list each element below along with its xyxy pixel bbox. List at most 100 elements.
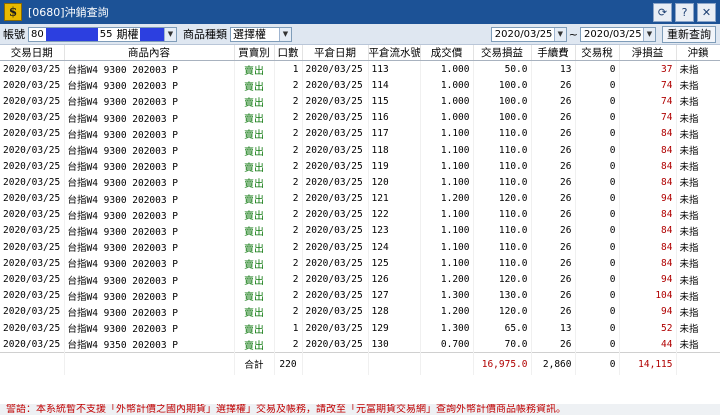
cell-side: 賣出 bbox=[234, 320, 275, 337]
cell-trade-date: 2020/03/25 bbox=[0, 255, 65, 272]
table-row[interactable]: 2020/03/25 台指W4 9300 202003 P 賣出 2 2020/03/2… bbox=[0, 287, 720, 304]
cell-close-serial: 118 bbox=[368, 141, 421, 159]
cell-price: 1.000 bbox=[420, 93, 474, 110]
cell-fee: 26 bbox=[531, 303, 576, 320]
cell-lots: 2 bbox=[274, 109, 303, 126]
chevron-down-icon[interactable]: ▼ bbox=[279, 27, 291, 41]
account-select[interactable]: 80 55 期權 ▼ bbox=[28, 26, 177, 42]
cell-offset-status: 未指 bbox=[676, 77, 720, 94]
title-bar: $ [0680]沖銷查詢 ⟳ ? ✕ bbox=[0, 0, 720, 24]
account-suffix: 55 bbox=[99, 28, 113, 40]
col-trade-pnl[interactable]: 交易損益 bbox=[473, 45, 532, 61]
cell-price: 1.000 bbox=[420, 77, 474, 94]
table-row[interactable]: 2020/03/25 台指W4 9300 202003 P 賣出 2 2020/03/2… bbox=[0, 174, 720, 191]
cell-lots: 2 bbox=[274, 271, 303, 288]
cell-fee: 26 bbox=[531, 206, 576, 223]
col-product[interactable]: 商品內容 bbox=[64, 45, 235, 61]
cell-side: 賣出 bbox=[234, 125, 275, 142]
col-side[interactable]: 買賣別 bbox=[234, 45, 275, 61]
cell-net-pnl: 84 bbox=[619, 141, 677, 159]
help-icon[interactable]: ? bbox=[675, 3, 694, 22]
table-row[interactable]: 2020/03/25 台指W4 9350 202003 P 賣出 2 2020/03/2… bbox=[0, 336, 720, 353]
table-row[interactable]: 2020/03/25 台指W4 9300 202003 P 賣出 2 2020/03/2… bbox=[0, 206, 720, 223]
table-row[interactable]: 2020/03/25 台指W4 9300 202003 P 賣出 2 2020/03/2… bbox=[0, 93, 720, 110]
col-net-pnl[interactable]: 淨損益 bbox=[619, 45, 677, 61]
cell-tax: 0 bbox=[575, 77, 620, 94]
close-icon[interactable]: ✕ bbox=[697, 3, 716, 22]
cell-product: 台指W4 9300 202003 P bbox=[64, 141, 235, 159]
cell-trade-date: 2020/03/25 bbox=[0, 287, 65, 304]
col-lots[interactable]: 口數 bbox=[274, 45, 303, 61]
cell-offset-status: 未指 bbox=[676, 303, 720, 320]
cell-close-serial: 113 bbox=[368, 60, 421, 78]
cell-side: 賣出 bbox=[234, 303, 275, 320]
table-row[interactable]: 2020/03/25 台指W4 9300 202003 P 賣出 1 2020/03/2… bbox=[0, 320, 720, 337]
cell-close-serial: 119 bbox=[368, 158, 421, 175]
col-price[interactable]: 成交價 bbox=[420, 45, 474, 61]
cell-trade-date: 2020/03/25 bbox=[0, 125, 65, 142]
chevron-down-icon[interactable]: ▼ bbox=[553, 27, 566, 41]
cell-net-pnl: 74 bbox=[619, 77, 677, 94]
cell-side: 賣出 bbox=[234, 239, 275, 256]
table-row[interactable]: 2020/03/25 台指W4 9300 202003 P 賣出 2 2020/03/2… bbox=[0, 109, 720, 126]
cell-tax: 0 bbox=[575, 336, 620, 353]
cell-fee: 26 bbox=[531, 222, 576, 240]
cell-tax: 0 bbox=[575, 320, 620, 337]
col-fee[interactable]: 手續費 bbox=[531, 45, 576, 61]
cell-net-pnl: 94 bbox=[619, 271, 677, 288]
cell-product: 台指W4 9350 202003 P bbox=[64, 336, 235, 353]
cell-trade-pnl: 110.0 bbox=[473, 174, 532, 191]
cell-tax: 0 bbox=[575, 271, 620, 288]
table-row[interactable]: 2020/03/25 台指W4 9300 202003 P 賣出 2 2020/03/2… bbox=[0, 303, 720, 320]
cell-net-pnl: 84 bbox=[619, 125, 677, 142]
cell-close-serial: 122 bbox=[368, 206, 421, 223]
col-tax[interactable]: 交易稅 bbox=[575, 45, 620, 61]
chevron-down-icon[interactable]: ▼ bbox=[643, 27, 655, 41]
cell-tax: 0 bbox=[575, 109, 620, 126]
table-row[interactable]: 2020/03/25 台指W4 9300 202003 P 賣出 2 2020/03/2… bbox=[0, 222, 720, 240]
cell-trade-date: 2020/03/25 bbox=[0, 239, 65, 256]
cell-fee: 26 bbox=[531, 93, 576, 110]
col-close-date[interactable]: 平倉日期 bbox=[302, 45, 369, 61]
cell-trade-pnl: 110.0 bbox=[473, 141, 532, 159]
cell-close-serial: 121 bbox=[368, 190, 421, 207]
col-trade-date[interactable]: 交易日期 bbox=[0, 45, 65, 61]
cell-net-pnl: 44 bbox=[619, 336, 677, 353]
cell-trade-date: 2020/03/25 bbox=[0, 174, 65, 191]
table-row[interactable]: 2020/03/25 台指W4 9300 202003 P 賣出 2 2020/03/2… bbox=[0, 239, 720, 256]
cell-product: 台指W4 9300 202003 P bbox=[64, 320, 235, 337]
table-row[interactable]: 2020/03/25 台指W4 9300 202003 P 賣出 2 2020/03/2… bbox=[0, 125, 720, 142]
cell-close-serial: 124 bbox=[368, 239, 421, 256]
cell-trade-pnl: 110.0 bbox=[473, 158, 532, 175]
requery-button[interactable]: 重新查詢 bbox=[662, 25, 716, 43]
col-close-serial[interactable]: 平倉流水號 bbox=[368, 45, 421, 61]
summary-tax: 0 bbox=[575, 352, 620, 376]
cell-tax: 0 bbox=[575, 158, 620, 175]
cell-offset-status: 未指 bbox=[676, 141, 720, 159]
chevron-down-icon[interactable]: ▼ bbox=[164, 27, 176, 41]
table-row[interactable]: 2020/03/25 台指W4 9300 202003 P 賣出 2 2020/03/2… bbox=[0, 77, 720, 94]
table-row[interactable]: 2020/03/25 台指W4 9300 202003 P 賣出 2 2020/03/2… bbox=[0, 158, 720, 175]
table-row[interactable]: 2020/03/25 台指W4 9300 202003 P 賣出 2 2020/03/2… bbox=[0, 271, 720, 288]
table-row[interactable]: 2020/03/25 台指W4 9300 202003 P 賣出 1 2020/03/2… bbox=[0, 60, 720, 78]
cell-product: 台指W4 9300 202003 P bbox=[64, 206, 235, 223]
table-row[interactable]: 2020/03/25 台指W4 9300 202003 P 賣出 2 2020/03/2… bbox=[0, 255, 720, 272]
cell-offset-status: 未指 bbox=[676, 125, 720, 142]
cell-fee: 26 bbox=[531, 109, 576, 126]
cell-price: 1.300 bbox=[420, 287, 474, 304]
date-to-picker[interactable]: 2020/03/25 ▼ bbox=[580, 26, 656, 42]
table-row[interactable]: 2020/03/25 台指W4 9300 202003 P 賣出 2 2020/03/2… bbox=[0, 190, 720, 207]
table-row[interactable]: 2020/03/25 台指W4 9300 202003 P 賣出 2 2020/03/2… bbox=[0, 141, 720, 159]
cell-trade-pnl: 110.0 bbox=[473, 125, 532, 142]
cell-fee: 26 bbox=[531, 336, 576, 353]
cell-offset-status: 未指 bbox=[676, 174, 720, 191]
product-type-select[interactable]: 選擇權 ▼ bbox=[230, 26, 292, 42]
cell-close-serial: 115 bbox=[368, 93, 421, 110]
date-to-value: 2020/03/25 bbox=[584, 28, 642, 40]
cell-product: 台指W4 9300 202003 P bbox=[64, 190, 235, 207]
cell-close-date: 2020/03/25 bbox=[302, 255, 369, 272]
cell-price: 1.100 bbox=[420, 174, 474, 191]
date-from-picker[interactable]: 2020/03/25 ▼ bbox=[490, 26, 567, 42]
col-offset[interactable]: 沖鎖 bbox=[676, 45, 720, 61]
refresh-icon[interactable]: ⟳ bbox=[653, 3, 672, 22]
